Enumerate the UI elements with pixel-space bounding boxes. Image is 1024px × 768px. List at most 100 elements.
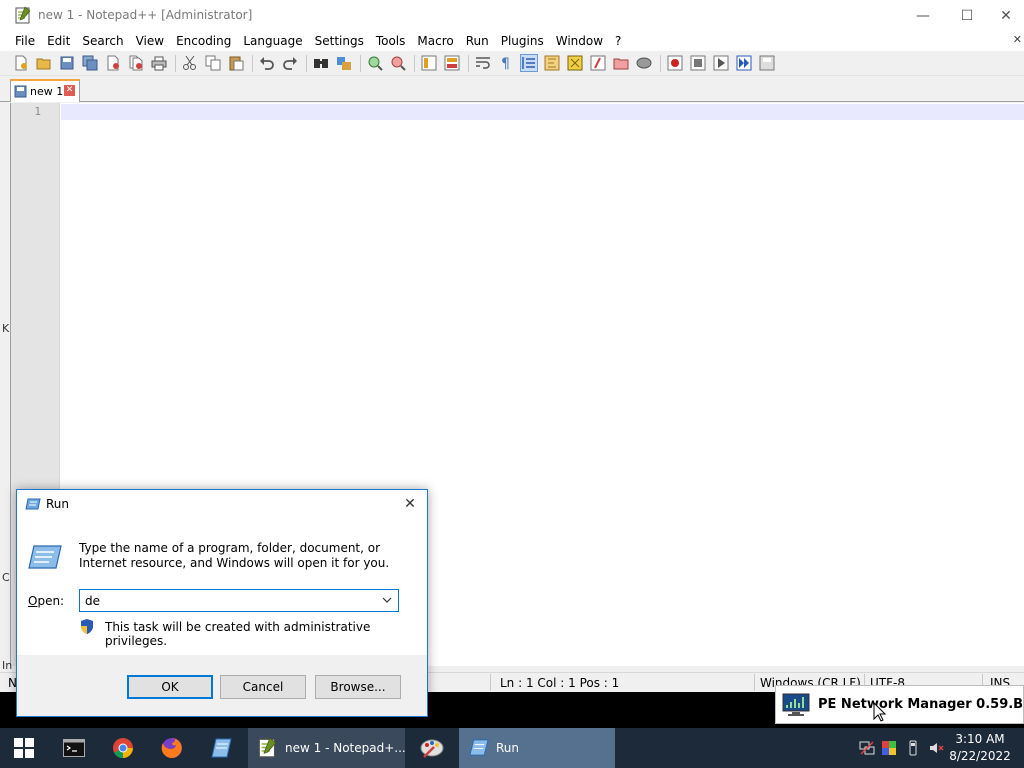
function-list-icon[interactable] xyxy=(590,55,606,71)
menu-plugins[interactable]: Plugins xyxy=(495,34,550,48)
close-icon[interactable] xyxy=(105,55,121,71)
zoom-in-icon[interactable] xyxy=(367,55,383,71)
menu-view[interactable]: View xyxy=(130,34,170,48)
redo-icon[interactable] xyxy=(282,55,298,71)
menu-edit[interactable]: Edit xyxy=(41,34,76,48)
taskbar-cmd[interactable] xyxy=(50,728,98,768)
menu-macro[interactable]: Macro xyxy=(411,34,459,48)
current-line-highlight[interactable] xyxy=(61,104,1024,120)
document-map-icon[interactable] xyxy=(567,55,583,71)
open-file-icon[interactable] xyxy=(36,55,52,71)
taskbar-explorer[interactable] xyxy=(197,728,245,768)
save-all-icon[interactable] xyxy=(82,55,98,71)
browse-button[interactable]: Browse... xyxy=(315,675,401,699)
usb-device-icon[interactable] xyxy=(905,740,921,756)
sync-horizontal-icon[interactable] xyxy=(444,55,460,71)
maximize-icon: ☐ xyxy=(960,7,974,24)
run-macro-multiple-icon[interactable] xyxy=(736,55,752,71)
copy-icon[interactable] xyxy=(205,55,221,71)
menu-window[interactable]: Window xyxy=(550,34,609,48)
clock[interactable]: 3:10 AM 8/22/2022 xyxy=(948,731,1012,765)
tab-new-1[interactable]: new 1 ✕ xyxy=(10,79,80,102)
open-combobox[interactable] xyxy=(79,589,399,612)
run-title-bar[interactable]: Run ✕ xyxy=(17,490,427,519)
status-divider xyxy=(490,674,491,691)
taskbar-firefox[interactable] xyxy=(148,728,196,768)
menu-help[interactable]: ? xyxy=(609,34,627,48)
sync-vertical-icon[interactable] xyxy=(421,55,437,71)
play-macro-icon[interactable] xyxy=(713,55,729,71)
user-language-icon[interactable] xyxy=(544,55,560,71)
menu-encoding[interactable]: Encoding xyxy=(170,34,237,48)
taskbar-app-run[interactable]: Run xyxy=(459,728,615,768)
run-dialog: Run ✕ Type the name of a program, folder… xyxy=(16,489,428,717)
taskbar-paint[interactable] xyxy=(408,728,456,768)
monitoring-icon[interactable] xyxy=(636,55,652,71)
admin-privileges-note: This task will be created with administr… xyxy=(105,620,371,648)
maximize-button[interactable]: ☐ xyxy=(944,0,990,31)
volume-muted-icon[interactable] xyxy=(928,740,944,756)
menu-language[interactable]: Language xyxy=(237,34,308,48)
toolbar-separator xyxy=(360,55,361,72)
menu-tools[interactable]: Tools xyxy=(370,34,412,48)
notepadpp-icon xyxy=(258,737,277,758)
menu-search[interactable]: Search xyxy=(76,34,129,48)
minimize-icon: — xyxy=(916,7,930,24)
close-all-icon[interactable] xyxy=(128,55,144,71)
indent-guide-icon[interactable] xyxy=(520,54,538,72)
cancel-button[interactable]: Cancel xyxy=(220,675,306,699)
chevron-down-icon[interactable] xyxy=(376,590,398,611)
menu-close-doc-icon[interactable]: ✕ xyxy=(1013,33,1022,46)
menu-run[interactable]: Run xyxy=(460,34,495,48)
folder-workspace-icon[interactable] xyxy=(613,55,629,71)
run-description: Type the name of a program, folder, docu… xyxy=(79,541,390,570)
find-icon[interactable] xyxy=(313,55,329,71)
line-number: 1 xyxy=(34,105,41,118)
title-bar[interactable]: new 1 - Notepad++ [Administrator] — ☐ ✕ xyxy=(0,0,1024,31)
new-file-icon[interactable] xyxy=(13,55,29,71)
start-button[interactable] xyxy=(0,728,48,768)
save-icon[interactable] xyxy=(59,55,75,71)
windows-logo-icon xyxy=(14,738,34,758)
menu-file[interactable]: File xyxy=(8,34,41,48)
menu-settings[interactable]: Settings xyxy=(309,34,370,48)
svg-text:¶: ¶ xyxy=(501,56,510,71)
ok-button[interactable]: OK xyxy=(127,675,213,699)
paint-icon xyxy=(420,739,444,758)
taskbar-app-notepadpp[interactable]: new 1 - Notepad+... xyxy=(248,728,406,768)
close-button[interactable]: ✕ xyxy=(988,0,1024,31)
toolbar-separator xyxy=(468,55,469,72)
command-prompt-icon xyxy=(63,739,85,757)
paste-icon[interactable] xyxy=(228,55,244,71)
uac-shield-icon xyxy=(81,619,93,634)
run-close-icon[interactable]: ✕ xyxy=(399,494,421,514)
notepadpp-icon xyxy=(15,6,31,24)
undo-icon[interactable] xyxy=(259,55,275,71)
network-monitor-icon xyxy=(782,693,810,716)
edge-glyph: In xyxy=(2,659,13,672)
clock-time: 3:10 AM xyxy=(955,732,1005,746)
edge-glyph: K xyxy=(2,322,10,335)
zoom-out-icon[interactable] xyxy=(390,55,406,71)
window-title: new 1 - Notepad++ [Administrator] xyxy=(38,8,253,22)
open-input[interactable] xyxy=(80,590,376,611)
show-all-characters-icon[interactable]: ¶ xyxy=(498,55,514,71)
taskbar-chrome[interactable] xyxy=(99,728,147,768)
open-label-text: pen: xyxy=(37,594,65,608)
display-color-icon[interactable] xyxy=(881,740,897,756)
edge-glyph: C xyxy=(2,571,10,584)
stop-macro-icon[interactable] xyxy=(690,55,706,71)
cut-icon[interactable] xyxy=(182,55,198,71)
replace-icon[interactable] xyxy=(336,55,352,71)
record-macro-icon[interactable] xyxy=(667,55,683,71)
tab-close-icon[interactable]: ✕ xyxy=(64,85,75,96)
status-position: Ln : 1 Col : 1 Pos : 1 xyxy=(500,676,620,690)
close-icon: ✕ xyxy=(1000,7,1012,24)
pe-network-manager-popup[interactable]: PE Network Manager 0.59.B12 xyxy=(775,685,1024,724)
word-wrap-icon[interactable] xyxy=(475,55,491,71)
save-macro-icon[interactable] xyxy=(759,55,775,71)
minimize-button[interactable]: — xyxy=(900,0,946,31)
print-icon[interactable] xyxy=(151,55,167,71)
network-icon[interactable] xyxy=(859,740,875,756)
firefox-icon xyxy=(161,738,182,758)
